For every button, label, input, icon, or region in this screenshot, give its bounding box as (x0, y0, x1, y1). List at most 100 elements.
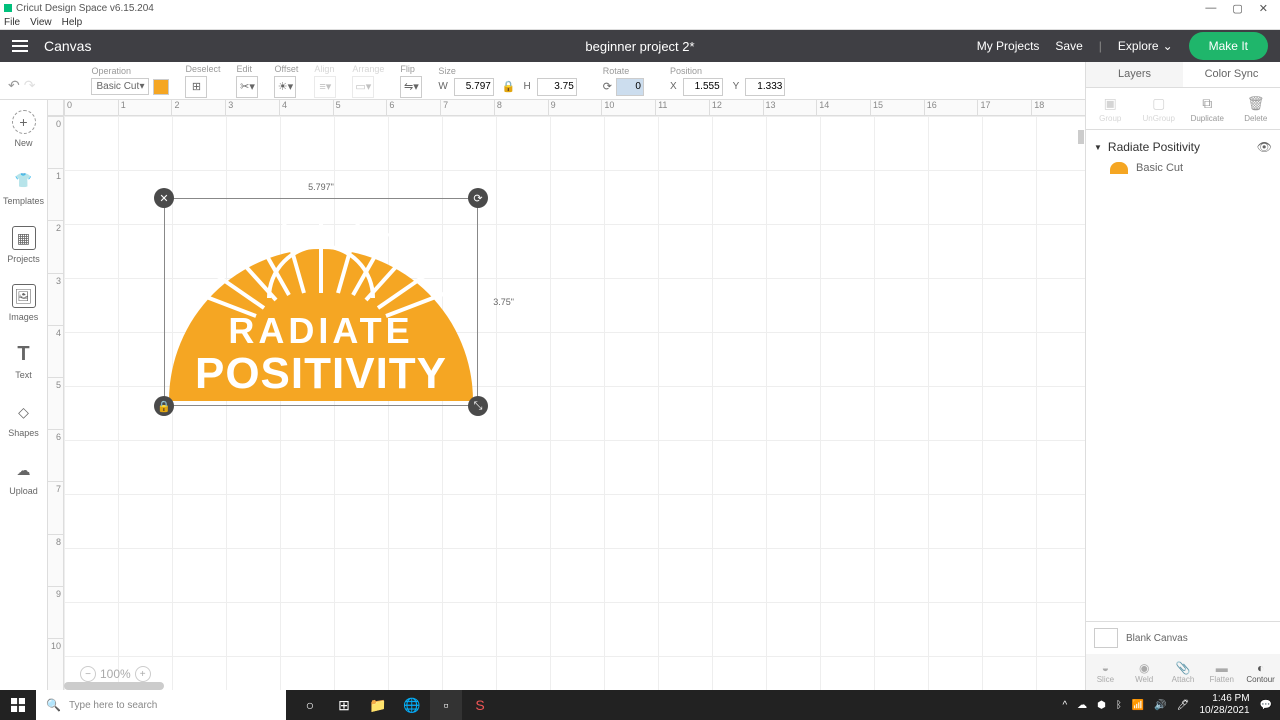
close-button[interactable]: ✕ (1259, 2, 1268, 15)
explore-dropdown[interactable]: Explore ⌄ (1118, 39, 1173, 53)
windows-icon (11, 698, 25, 712)
taskbar-search[interactable]: 🔍 Type here to search (36, 690, 286, 720)
save-link[interactable]: Save (1055, 39, 1082, 53)
zoom-out-button[interactable]: − (80, 666, 96, 682)
delete-button[interactable]: 🗑Delete (1232, 88, 1280, 129)
task-view-icon[interactable]: ⊞ (328, 690, 360, 720)
sidebar-new-label: New (14, 138, 32, 148)
sidebar-images[interactable]: 🖼 Images (0, 274, 47, 332)
canvas-grid[interactable]: RADIATE POSITIVITY 5.797" 3.75" ✕ ⟳ 🔒 ⤡ (64, 116, 1085, 690)
vertical-scrollbar[interactable] (1078, 130, 1084, 144)
text-icon: T (12, 342, 36, 366)
my-projects-link[interactable]: My Projects (977, 39, 1040, 53)
explore-label: Explore (1118, 39, 1159, 53)
pos-x-label: X (670, 81, 677, 92)
file-explorer-icon[interactable]: 📁 (362, 690, 394, 720)
maximize-button[interactable]: ▢ (1232, 2, 1242, 15)
make-it-button[interactable]: Make It (1189, 32, 1268, 60)
app-logo-icon (4, 4, 12, 12)
search-icon: 🔍 (46, 698, 61, 712)
lock-handle[interactable]: 🔒 (154, 396, 174, 416)
snagit-icon[interactable]: S (464, 690, 496, 720)
sidebar-templates[interactable]: 👕 Templates (0, 158, 47, 216)
window-titlebar: Cricut Design Space v6.15.204 — ▢ ✕ (0, 0, 1280, 16)
duplicate-button[interactable]: ⧉Duplicate (1183, 88, 1232, 129)
canvas-area[interactable]: 0123456789101112131415161718 01234567891… (48, 100, 1085, 690)
minimize-button[interactable]: — (1205, 2, 1216, 15)
tray-chevron-icon[interactable]: ^ (1062, 700, 1067, 711)
group-button[interactable]: ▣Group (1086, 88, 1135, 129)
layer-group-header[interactable]: ▼ Radiate Positivity 👁 (1094, 136, 1272, 158)
pos-y-input[interactable] (745, 78, 785, 96)
slice-button: ◒Slice (1086, 654, 1125, 690)
sidebar-new[interactable]: + New (0, 100, 47, 158)
selection-box[interactable]: RADIATE POSITIVITY 5.797" 3.75" ✕ ⟳ 🔒 ⤡ (164, 198, 478, 406)
shapes-icon: ◇ (12, 400, 36, 424)
sidebar-text[interactable]: T Text (0, 332, 47, 390)
color-swatch-button[interactable] (153, 79, 169, 95)
sidebar-upload[interactable]: ☁ Upload (0, 448, 47, 506)
offset-button[interactable]: ☀▾ (274, 76, 296, 98)
lock-icon[interactable]: 🔒 (502, 80, 516, 93)
rotate-handle[interactable]: ⟳ (468, 188, 488, 208)
collapse-triangle-icon: ▼ (1094, 143, 1102, 152)
trash-icon: 🗑 (1247, 95, 1265, 112)
operation-select[interactable]: Basic Cut ▾ (91, 78, 149, 95)
sidebar-projects[interactable]: ▦ Projects (0, 216, 47, 274)
window-title: Cricut Design Space v6.15.204 (16, 3, 154, 14)
ungroup-icon: ▢ (1152, 95, 1165, 112)
tray-onedrive-icon[interactable]: ☁ (1077, 700, 1087, 711)
edit-button[interactable]: ✂▾ (236, 76, 258, 98)
cricut-app-icon[interactable]: ▫ (430, 690, 462, 720)
selection-outline (164, 198, 478, 406)
start-button[interactable] (0, 690, 36, 720)
width-input[interactable] (454, 78, 494, 96)
align-label: Align (314, 64, 336, 74)
visibility-icon[interactable]: 👁 (1257, 140, 1272, 154)
layer-item[interactable]: Basic Cut (1094, 158, 1272, 178)
contour-button[interactable]: ◐Contour (1241, 654, 1280, 690)
projects-icon: ▦ (12, 226, 36, 250)
selection-height-label: 3.75" (493, 297, 514, 307)
tray-volume-icon[interactable]: 🔊 (1154, 700, 1166, 711)
blank-canvas-swatch (1094, 628, 1118, 648)
deselect-button[interactable]: ⊞ (185, 76, 207, 98)
resize-handle[interactable]: ⤡ (468, 396, 488, 416)
position-label: Position (670, 66, 785, 76)
menu-view[interactable]: View (30, 17, 52, 28)
undo-button[interactable]: ↶ (8, 77, 20, 94)
taskbar-clock[interactable]: 1:46 PM 10/28/2021 (1199, 693, 1249, 717)
redo-button[interactable]: ↷ (24, 77, 36, 94)
sidebar-images-label: Images (9, 312, 39, 322)
flip-button[interactable]: ⇋▾ (400, 76, 422, 98)
tray-wifi-icon[interactable]: 📶 (1132, 700, 1144, 711)
tab-color-sync[interactable]: Color Sync (1183, 62, 1280, 87)
tab-layers[interactable]: Layers (1086, 62, 1183, 87)
blank-canvas-row[interactable]: Blank Canvas (1086, 622, 1280, 654)
layer-group-name: Radiate Positivity (1108, 140, 1200, 154)
height-input[interactable] (537, 78, 577, 96)
menu-help[interactable]: Help (62, 17, 83, 28)
menu-file[interactable]: File (4, 17, 20, 28)
horizontal-scrollbar[interactable] (64, 682, 164, 690)
delete-handle[interactable]: ✕ (154, 188, 174, 208)
pos-x-input[interactable] (683, 78, 723, 96)
ungroup-button[interactable]: ▢UnGroup (1135, 88, 1184, 129)
hamburger-menu-icon[interactable] (12, 40, 28, 52)
sidebar-templates-label: Templates (3, 196, 44, 206)
rotate-input[interactable] (616, 78, 644, 96)
tray-bluetooth-icon[interactable]: ᛒ (1116, 700, 1122, 711)
arrange-button: ▭▾ (352, 76, 374, 98)
sidebar-upload-label: Upload (9, 486, 38, 496)
layer-thumbnail-icon (1110, 162, 1128, 174)
windows-taskbar: 🔍 Type here to search ○ ⊞ 📁 🌐 ▫ S ^ ☁ ⬢ … (0, 690, 1280, 720)
operation-value: Basic Cut (96, 81, 139, 92)
selection-width-label: 5.797" (308, 182, 334, 192)
cortana-icon[interactable]: ○ (294, 690, 326, 720)
chrome-icon[interactable]: 🌐 (396, 690, 428, 720)
zoom-in-button[interactable]: + (135, 666, 151, 682)
sidebar-shapes[interactable]: ◇ Shapes (0, 390, 47, 448)
tray-dropbox-icon[interactable]: ⬢ (1097, 700, 1106, 711)
notifications-icon[interactable]: 💬 (1260, 700, 1272, 711)
tray-pen-icon[interactable]: 🖊 (1177, 700, 1190, 711)
